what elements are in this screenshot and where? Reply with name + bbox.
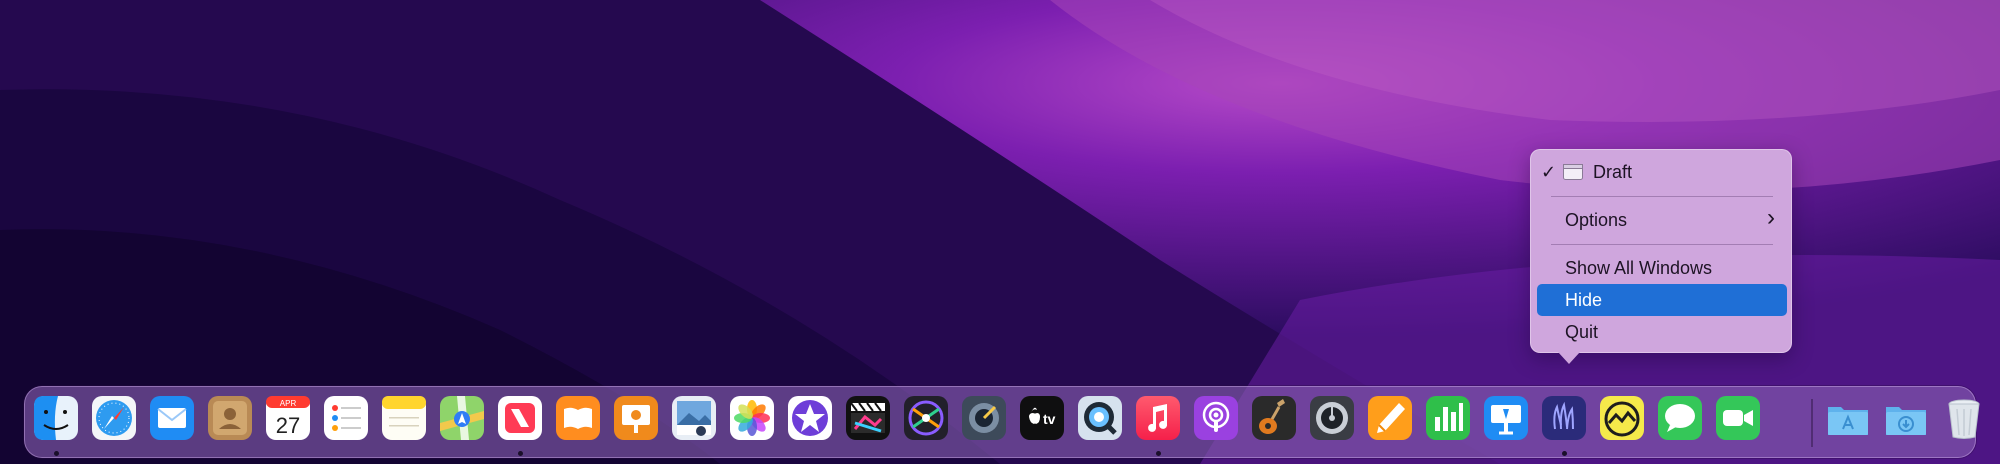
menu-item-label: Quit: [1565, 322, 1599, 342]
notes-icon[interactable]: [381, 395, 427, 441]
dock: APR 27 tv: [24, 386, 1980, 458]
maps-icon[interactable]: [439, 395, 485, 441]
menu-separator: [1551, 196, 1773, 197]
dock-divider: [1811, 399, 1813, 447]
window-icon: [1563, 164, 1583, 180]
applications-folder-icon[interactable]: [1825, 395, 1871, 441]
menu-separator: [1551, 244, 1773, 245]
menu-item-label: Draft: [1593, 162, 1633, 182]
running-indicator: [1155, 451, 1161, 456]
checkmark-icon: ✓: [1541, 162, 1557, 182]
menu-item-show-all-windows[interactable]: Show All Windows: [1537, 252, 1787, 284]
podcasts-icon[interactable]: [1193, 395, 1239, 441]
chevron-right-icon: ›: [1767, 204, 1775, 231]
garageband-icon[interactable]: [1251, 395, 1297, 441]
draft-app-icon[interactable]: [1541, 395, 1587, 441]
imovie-icon[interactable]: [787, 395, 833, 441]
dock-context-menu: ✓ Draft Options › Show All Windows Hide …: [1530, 149, 1792, 353]
keynote-icon[interactable]: [1483, 395, 1529, 441]
books-icon[interactable]: [555, 395, 601, 441]
reminders-icon[interactable]: [323, 395, 369, 441]
running-indicator: [1561, 451, 1567, 456]
finder-icon[interactable]: [33, 395, 79, 441]
menu-item-label: Show All Windows: [1565, 258, 1713, 278]
menu-item-label: Options: [1565, 210, 1628, 230]
numbers-icon[interactable]: [1425, 395, 1471, 441]
news-icon[interactable]: [497, 395, 543, 441]
trash-icon[interactable]: [1941, 395, 1987, 441]
running-indicator: [53, 451, 59, 456]
basecamp-icon[interactable]: [1599, 395, 1645, 441]
photos-icon[interactable]: [729, 395, 775, 441]
menu-item-draft-window[interactable]: ✓ Draft: [1537, 156, 1787, 188]
running-indicator: [517, 451, 523, 456]
menu-item-label: Hide: [1565, 290, 1603, 310]
calendar-month: APR: [280, 399, 297, 408]
downloads-folder-icon[interactable]: [1883, 395, 1929, 441]
menu-pointer: [1558, 352, 1580, 364]
motion-icon[interactable]: [903, 395, 949, 441]
menu-item-hide[interactable]: Hide: [1537, 284, 1787, 316]
tv-label: tv: [1043, 411, 1056, 427]
final-cut-pro-icon[interactable]: [845, 395, 891, 441]
contacts-icon[interactable]: [207, 395, 253, 441]
pages-icon[interactable]: [1367, 395, 1413, 441]
preview-icon[interactable]: [671, 395, 717, 441]
menu-item-options[interactable]: Options ›: [1537, 204, 1787, 236]
keynote-remote-icon[interactable]: [613, 395, 659, 441]
apple-tv-icon[interactable]: tv: [1019, 395, 1065, 441]
quicktime-icon[interactable]: [1077, 395, 1123, 441]
messages-icon[interactable]: [1657, 395, 1703, 441]
menu-item-quit[interactable]: Quit: [1537, 316, 1787, 348]
music-icon[interactable]: [1135, 395, 1181, 441]
calendar-day: 27: [276, 413, 300, 438]
safari-icon[interactable]: [91, 395, 137, 441]
calendar-icon[interactable]: APR 27: [265, 395, 311, 441]
facetime-icon[interactable]: [1715, 395, 1761, 441]
compressor-icon[interactable]: [961, 395, 1007, 441]
logic-pro-icon[interactable]: [1309, 395, 1355, 441]
mail-icon[interactable]: [149, 395, 195, 441]
